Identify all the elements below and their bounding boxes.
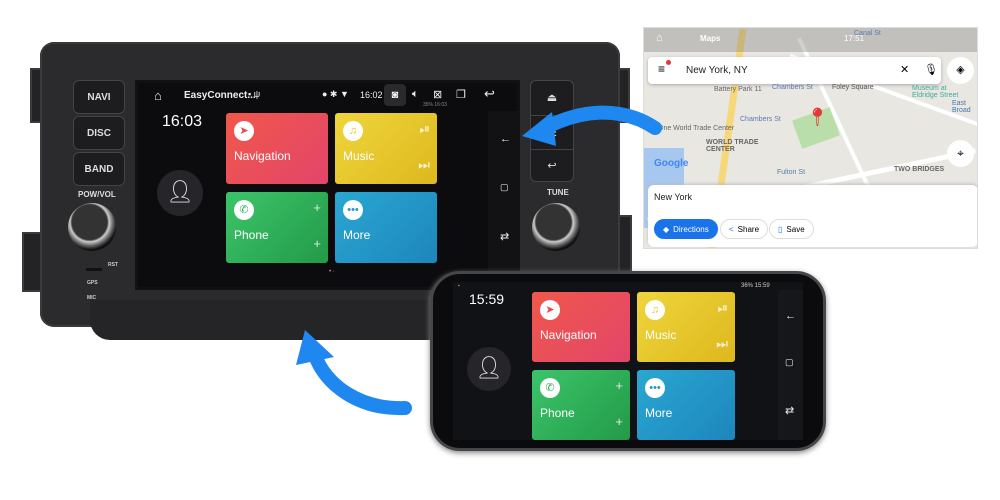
- arrow-map-to-unit: [538, 105, 662, 135]
- arrow-phone-to-unit: [308, 348, 412, 416]
- connection-arrows: [296, 105, 662, 416]
- arrowhead: [296, 330, 334, 365]
- arrowhead: [522, 112, 556, 146]
